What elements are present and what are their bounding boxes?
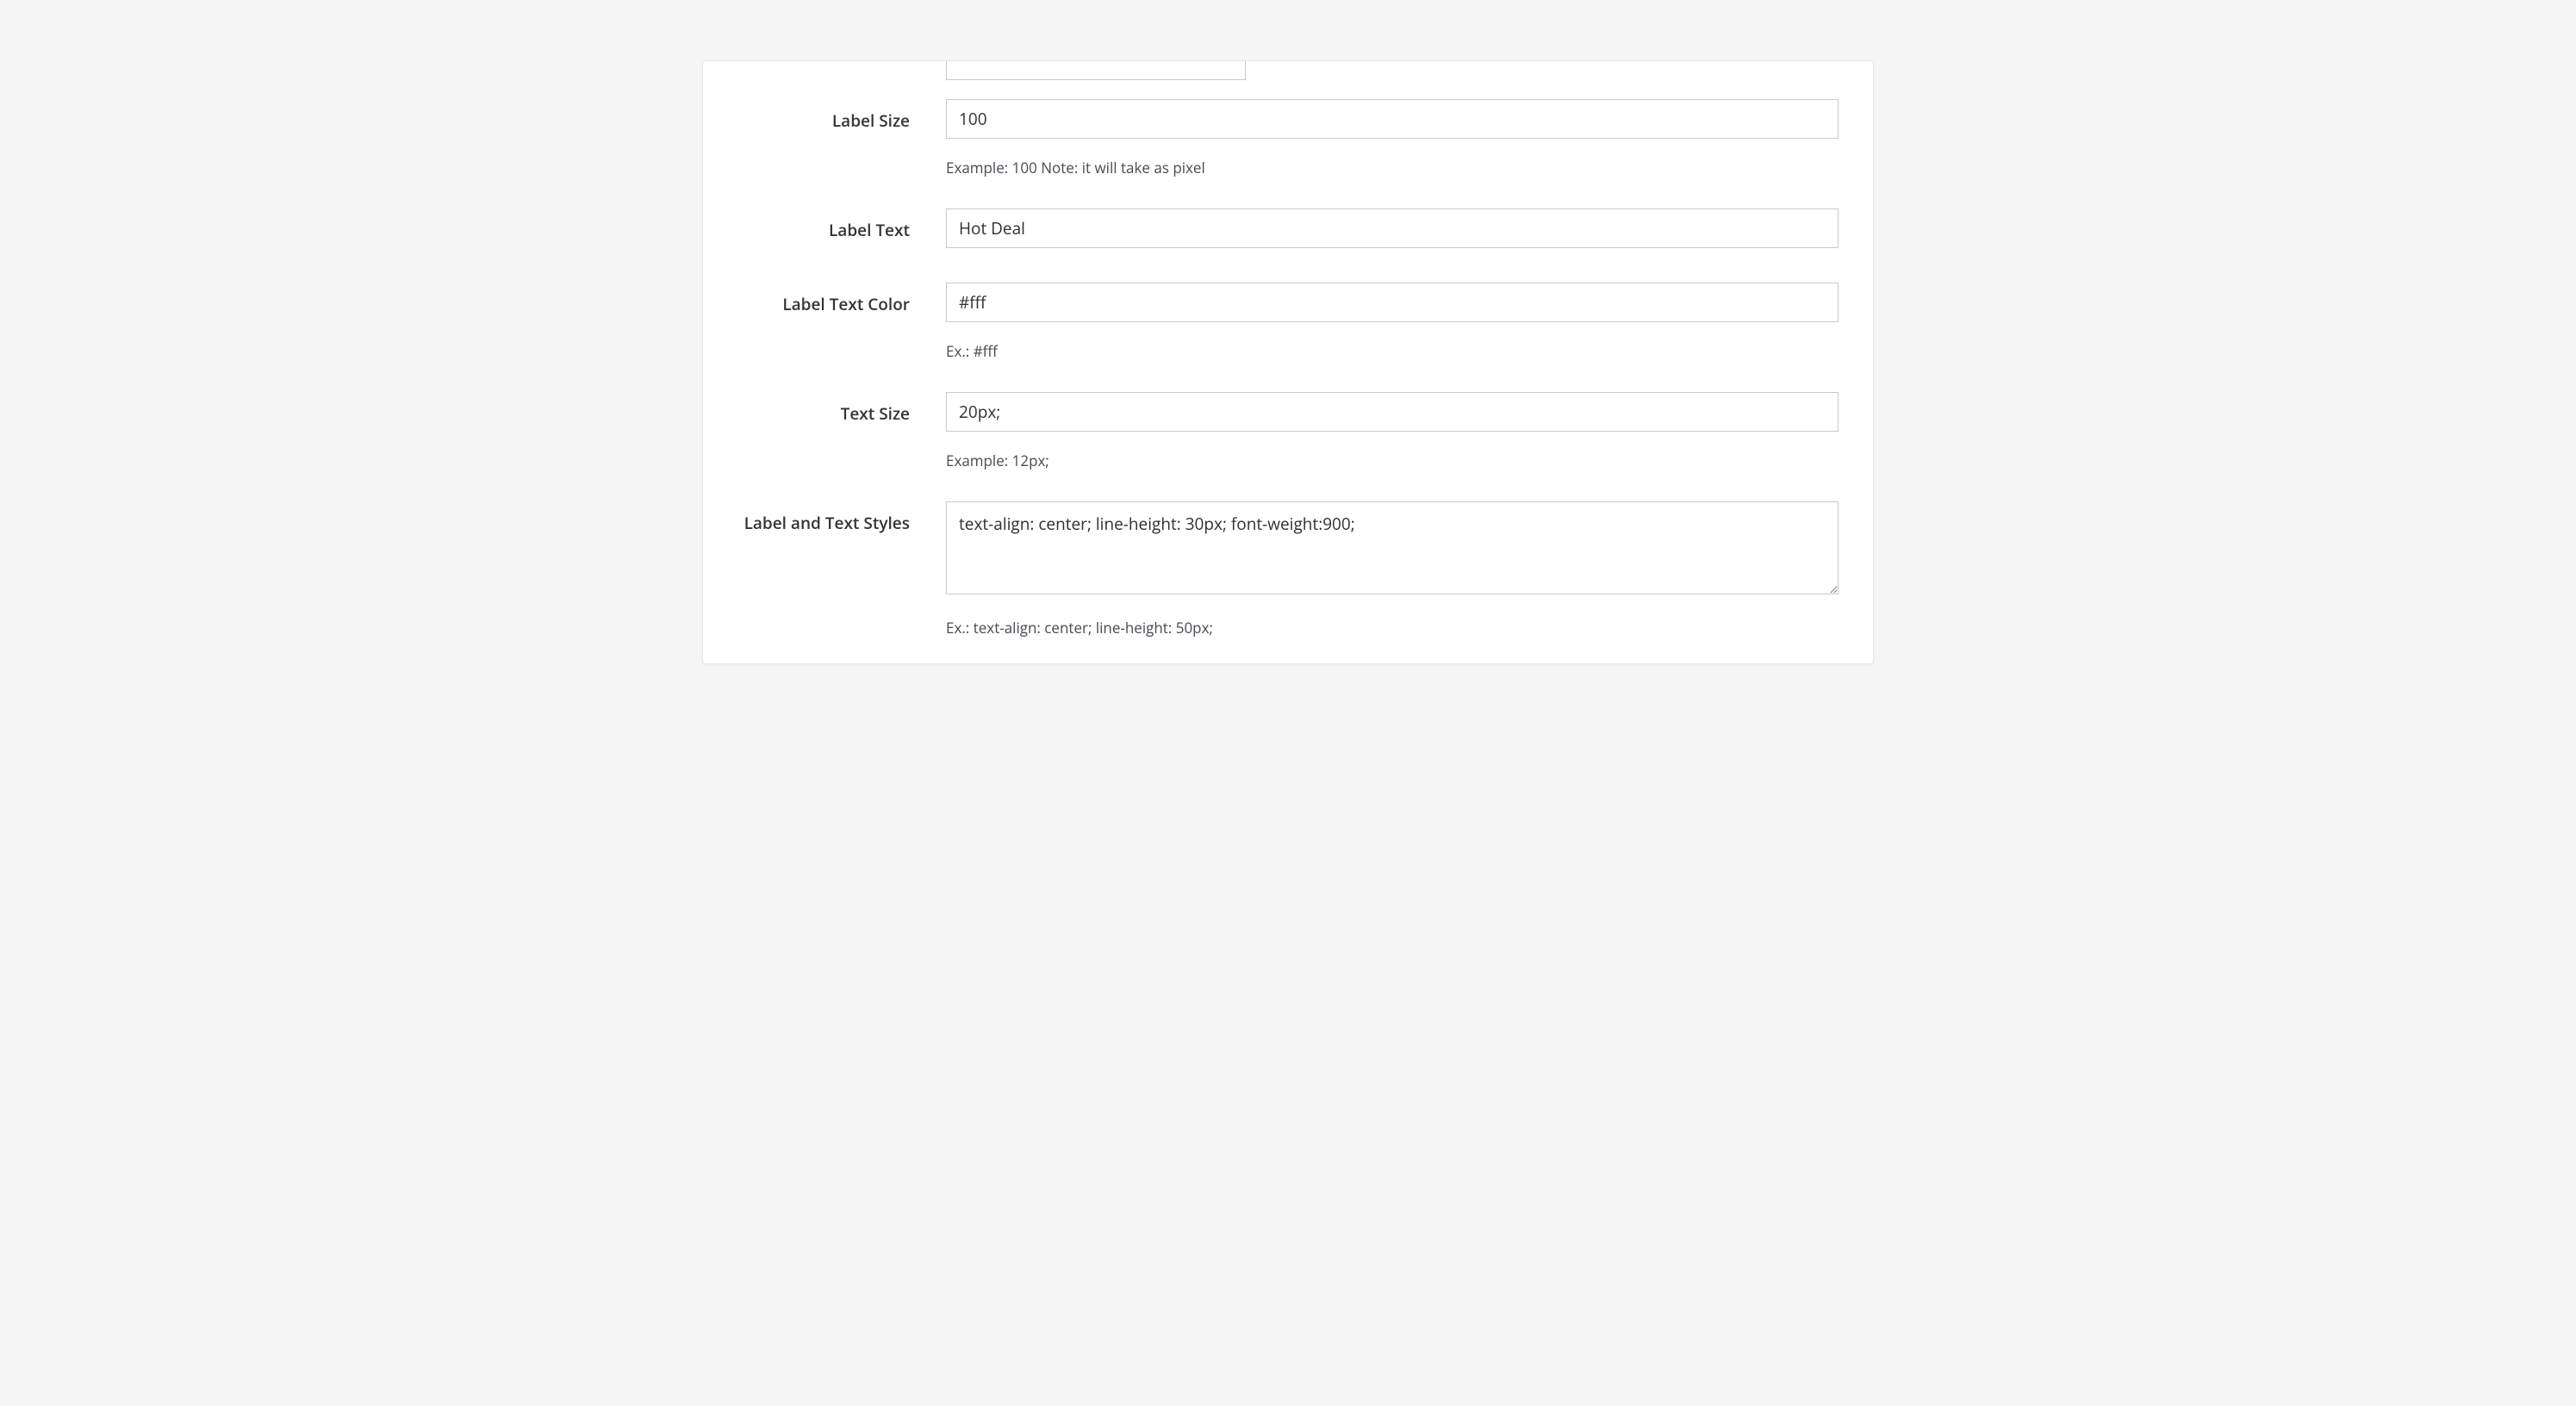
label-text-input[interactable] [946, 208, 1839, 248]
label-size-hint: Example: 100 Note: it will take as pixel [946, 158, 1839, 177]
config-panel: Label Size Example: 100 Note: it will ta… [702, 60, 1874, 664]
text-size-label: Text Size [841, 402, 910, 425]
label-and-text-styles-label: Label and Text Styles [744, 512, 910, 534]
row-label-text-color: Label Text Color Ex.: #fff [737, 283, 1839, 361]
label-text-label: Label Text [829, 219, 910, 241]
text-size-hint: Example: 12px; [946, 451, 1839, 470]
label-text-color-input[interactable] [946, 283, 1839, 322]
text-size-input[interactable] [946, 392, 1839, 432]
label-text-color-label: Label Text Color [782, 293, 910, 315]
row-text-size: Text Size Example: 12px; [737, 392, 1839, 470]
label-size-input[interactable] [946, 99, 1839, 139]
previous-field-fragment [737, 61, 1839, 80]
label-text-color-hint: Ex.: #fff [946, 341, 1839, 361]
row-label-size: Label Size Example: 100 Note: it will ta… [737, 99, 1839, 177]
label-and-text-styles-textarea[interactable] [946, 501, 1839, 594]
label-and-text-styles-hint: Ex.: text-align: center; line-height: 50… [946, 618, 1839, 638]
row-label-text: Label Text [737, 208, 1839, 248]
row-label-and-text-styles: Label and Text Styles Ex.: text-align: c… [737, 501, 1839, 638]
label-size-label: Label Size [832, 109, 910, 132]
cutoff-input[interactable] [946, 61, 1246, 80]
